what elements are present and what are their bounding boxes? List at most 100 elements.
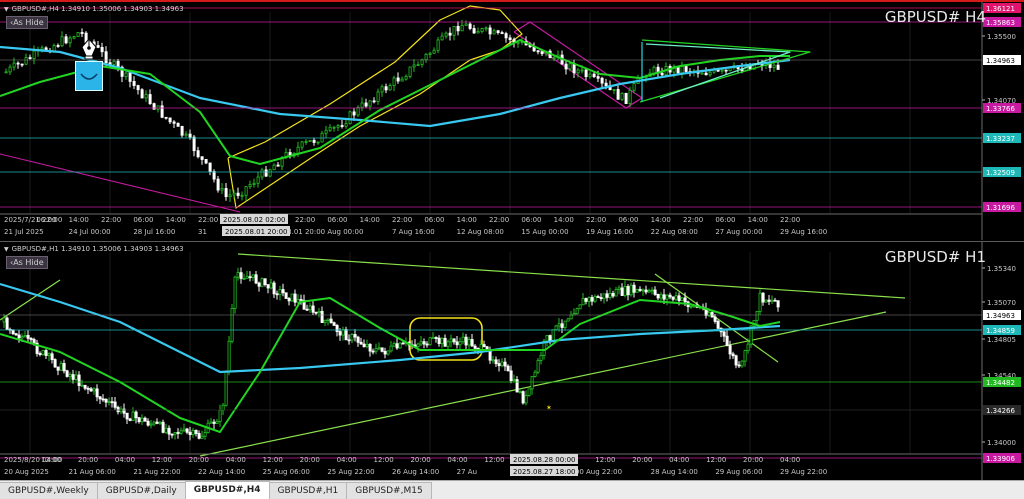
h4-candle-body (776, 64, 780, 70)
h1-candle-body (29, 337, 33, 340)
h4-time-label: 22:00 (392, 216, 412, 224)
h4-candle-body (616, 89, 620, 100)
h4-candle-body (592, 73, 596, 78)
h1-candle-body (359, 341, 363, 345)
h1-candle-body (128, 418, 132, 421)
h4-candle-body (360, 102, 364, 108)
h1-candle-body (146, 420, 150, 426)
h1-candle-body (527, 388, 531, 396)
h1-candle-body (110, 401, 114, 404)
h4-candle-body (168, 117, 172, 123)
h1-candle-body (182, 428, 186, 432)
h1-candle-body (596, 296, 600, 298)
h1-candle-body (191, 429, 195, 436)
h4-candle-body (444, 32, 448, 37)
h4-chart-canvas[interactable]: 1.361211.358631.355001.349631.340701.337… (0, 2, 1024, 240)
h4-candle-body (60, 36, 64, 47)
h1-candle-body (452, 338, 456, 343)
h4-candle-body (368, 100, 372, 107)
h1-candle-body (578, 304, 582, 310)
h4-candle-body (652, 66, 656, 74)
h4-date-label: 29 Aug 16:00 (780, 228, 827, 236)
h1-candle-body (344, 329, 348, 341)
h1-candle-body (299, 299, 303, 301)
h4-candle-body (344, 123, 348, 127)
h4-candle-body (324, 129, 328, 134)
h4-candle-body (252, 182, 256, 185)
h1-candle-body (368, 343, 372, 352)
h4-price-label: 1.35500 (987, 33, 1016, 41)
h1-candle-body (770, 299, 774, 302)
h1-candle-body (488, 350, 492, 361)
h1-time-label: 20:00 (632, 456, 652, 464)
h1-candle-body (731, 353, 735, 357)
h1-candle-body (602, 293, 606, 300)
h1-candle-body (197, 433, 201, 439)
tab-3[interactable]: GBPUSD#,H1 (268, 482, 348, 499)
h4-candle-body (388, 85, 392, 91)
h1-candle-body (581, 298, 585, 306)
h1-crosshair-date-label: 2025.08.27 18:00 (513, 468, 575, 476)
chart-panel-h4[interactable]: 1.36121 1.35863 1.35500 1.34963 1.34070 1.337… (0, 0, 1024, 240)
h4-candle-body (212, 171, 216, 180)
h4-price-label: 1.33766 (986, 105, 1015, 113)
h1-time-label: 04:00 (669, 456, 689, 464)
pen-icon[interactable] (80, 38, 98, 60)
h4-time-label: 22:00 (683, 216, 703, 224)
h1-candle-body (386, 350, 390, 355)
h1-candle-body (5, 317, 9, 330)
h4-crosshair-label: 2025.08.02 02:00 (223, 216, 285, 224)
h1-candle-body (347, 339, 351, 342)
h1-candle-body (26, 335, 30, 339)
h4-candle-body (384, 86, 388, 91)
h4-time-label: 22:00 (780, 216, 800, 224)
h4-hide-button[interactable]: ‹As Hide (6, 16, 48, 29)
h4-candle-body (176, 122, 180, 127)
tab-4[interactable]: GBPUSD#,M15 (346, 482, 432, 499)
h1-candle-body (392, 343, 396, 347)
h1-candle-body (287, 298, 291, 302)
h1-candle-body (605, 293, 609, 298)
h1-candle-body (449, 338, 453, 343)
h1-candle-body (326, 318, 330, 321)
h1-hide-button[interactable]: ‹As Hide (6, 256, 48, 269)
h1-candle-body (617, 287, 621, 290)
h1-candle-body (41, 350, 45, 356)
h1-candle-body (683, 297, 687, 303)
h1-candle-body (548, 335, 552, 342)
smile-icon[interactable] (75, 61, 103, 91)
h4-candle-body (620, 92, 624, 100)
h1-candle-body (152, 421, 156, 425)
h4-candle-body (28, 57, 32, 59)
h4-candle-body (172, 121, 176, 124)
tab-0[interactable]: GBPUSD#,Weekly (0, 482, 98, 499)
tab-1[interactable]: GBPUSD#,Daily (96, 482, 186, 499)
tab-2[interactable]: GBPUSD#,H4 (184, 481, 270, 499)
h4-candle-body (708, 71, 712, 76)
h4-candle-body (584, 69, 588, 78)
h1-candle-body (590, 297, 594, 302)
h1-lower-trendline (199, 311, 887, 457)
h1-candle-body (482, 344, 486, 348)
h4-candle-body (772, 64, 776, 68)
h1-candle-body (665, 294, 669, 300)
h1-price-label: 1.34963 (986, 312, 1015, 320)
h4-candle-body (296, 146, 300, 154)
h4-candle-body (576, 69, 580, 74)
h1-candle-body (332, 322, 336, 326)
h4-candle-body (328, 126, 332, 131)
h1-price-label: 1.34859 (986, 327, 1015, 335)
h4-candle-body (204, 159, 208, 164)
h1-candle-body (59, 363, 63, 371)
h4-candle-body (32, 50, 36, 59)
h1-candle-body (776, 300, 780, 308)
h1-price-label: 1.34266 (986, 407, 1015, 415)
h4-candle-body (228, 194, 232, 198)
h1-chart-canvas[interactable]: ✶ 1.35340 1.35070 1.34963 1.348591.34805 1.34… (0, 242, 1024, 480)
h4-date-label: Aug 00:00 (327, 228, 363, 236)
h1-candle-body (551, 329, 555, 342)
h1-candle-body (425, 343, 429, 346)
chart-panel-h1[interactable]: ✶ 1.35340 1.35070 1.34963 1.34859 1.34805 1.34… (0, 241, 1024, 480)
h1-candle-body (143, 417, 147, 422)
h1-date-label: 21 Aug 22:00 (133, 468, 180, 476)
